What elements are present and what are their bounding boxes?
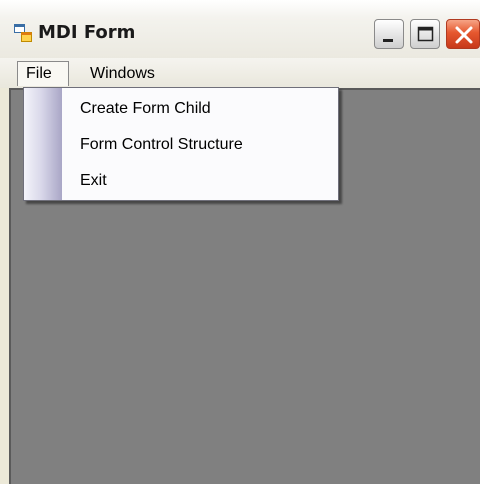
minimize-icon [383,39,393,42]
menu-windows[interactable]: Windows [82,61,163,86]
maximize-button[interactable] [410,19,440,49]
maximize-icon [417,26,434,42]
menu-file[interactable]: File [17,61,69,86]
menu-image-margin [24,88,62,200]
file-dropdown-menu: Create Form Child Form Control Structure… [23,87,339,201]
app-window-icon[interactable] [14,24,32,42]
menu-item-form-control-structure[interactable]: Form Control Structure [80,130,243,160]
mdi-form-window: MDI Form File Windows Create Form Child … [0,0,480,484]
menu-item-exit[interactable]: Exit [80,166,107,196]
menu-item-create-form-child[interactable]: Create Form Child [80,94,211,124]
close-button[interactable] [446,19,480,49]
window-title: MDI Form [38,22,136,43]
menu-bar: File Windows [0,58,480,88]
minimize-button[interactable] [374,19,404,49]
title-bar[interactable]: MDI Form [0,0,480,58]
close-icon [455,26,473,44]
